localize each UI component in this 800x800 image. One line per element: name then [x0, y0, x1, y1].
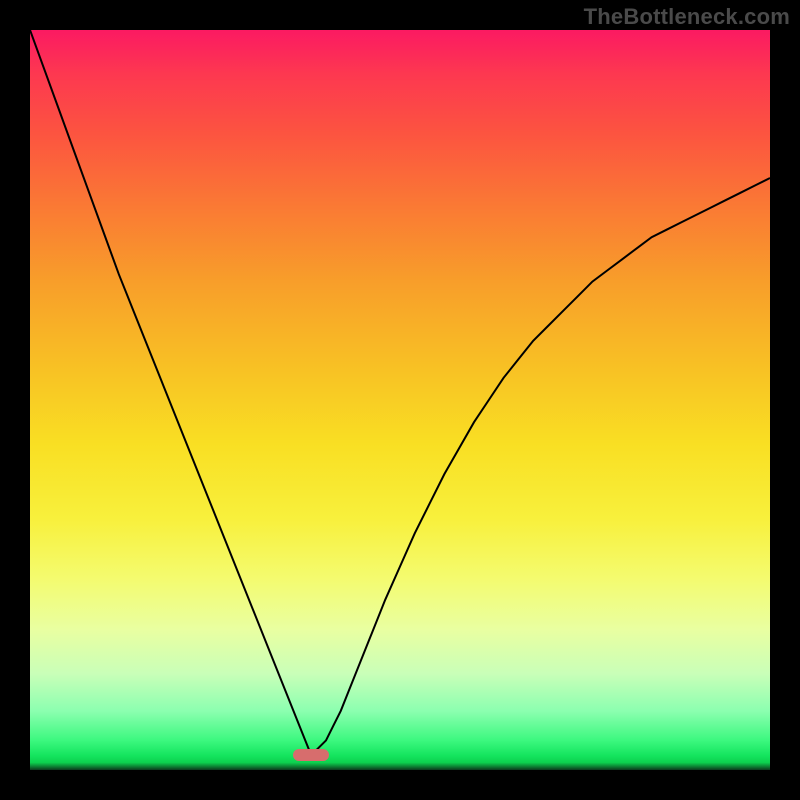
- bottleneck-curve-svg: [30, 30, 770, 770]
- min-match-marker: [293, 749, 329, 761]
- watermark-label: TheBottleneck.com: [584, 4, 790, 30]
- bottleneck-curve-path: [30, 30, 770, 755]
- plot-area: [30, 30, 770, 770]
- chart-frame: TheBottleneck.com: [0, 0, 800, 800]
